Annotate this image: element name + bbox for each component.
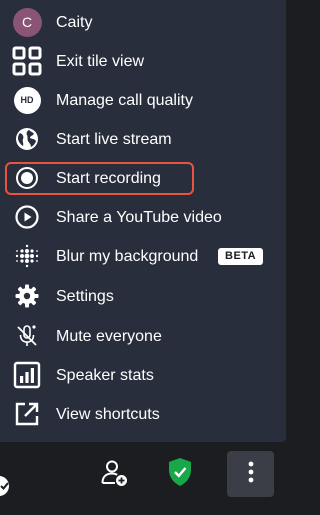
overflow-menu: C Caity Exit tile view HD Manage call qu… [0,0,286,442]
hd-icon: HD [12,85,42,115]
menu-item-shortcuts[interactable]: View shortcuts [0,395,286,434]
meeting-screen: C Caity Exit tile view HD Manage call qu… [0,0,300,515]
menu-item-label: Start live stream [56,131,172,148]
avatar: C [12,7,42,37]
play-circle-icon [12,202,42,232]
menu-item-label: Settings [56,288,114,305]
menu-item-settings[interactable]: Settings [0,277,286,316]
menu-item-tile-view[interactable]: Exit tile view [0,42,286,81]
external-link-icon [12,399,42,429]
menu-item-label: Mute everyone [56,328,162,345]
more-vertical-icon [247,460,255,489]
menu-item-participant[interactable]: C Caity [0,3,286,42]
menu-item-live-stream[interactable]: Start live stream [0,120,286,159]
menu-item-label: Start recording [56,170,161,187]
beta-badge: BETA [218,248,264,265]
menu-item-label: Manage call quality [56,92,193,109]
globe-icon [12,124,42,154]
add-user-icon [99,458,129,493]
more-options-button[interactable] [227,451,274,497]
shield-check-icon [167,457,193,492]
menu-item-call-quality[interactable]: HD Manage call quality [0,81,286,120]
menu-item-label: Speaker stats [56,367,154,384]
menu-item-recording[interactable]: Start recording [0,159,286,198]
hd-badge-text: HD [13,86,41,114]
menu-item-label: Share a YouTube video [56,209,222,226]
menu-item-label: Caity [56,14,93,31]
menu-item-speaker-stats[interactable]: Speaker stats [0,356,286,395]
record-icon [12,163,42,193]
bar-chart-icon [12,360,42,390]
avatar-initial: C [12,7,42,37]
add-user-button[interactable] [97,458,131,492]
security-button[interactable] [163,456,197,492]
menu-item-youtube[interactable]: Share a YouTube video [0,198,286,237]
grid-icon [12,46,42,76]
mic-off-icon [12,321,42,351]
menu-item-label: View shortcuts [56,406,160,423]
menu-item-blur[interactable]: Blur my background BETA [0,237,286,276]
menu-item-label: Exit tile view [56,53,145,70]
gear-icon [12,281,42,311]
bottom-toolbar [0,442,300,515]
menu-item-mute-all[interactable]: Mute everyone [0,317,286,356]
menu-item-label: Blur my background [56,248,199,265]
dots-grid-icon [12,241,42,271]
check-circle-icon[interactable] [0,475,10,497]
